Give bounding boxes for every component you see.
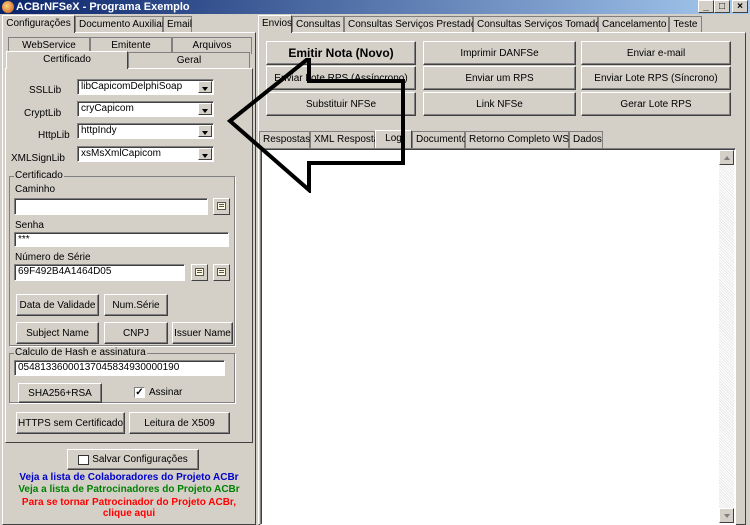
tab-label: Emitente	[111, 40, 151, 51]
xmlsignlib-value: xsMsXmlCapicom	[81, 148, 162, 159]
senha-label: Senha	[15, 220, 44, 231]
close-button[interactable]: ×	[732, 0, 748, 13]
app-icon	[2, 1, 14, 13]
patrocinador-link[interactable]: Para se tornar Patrocinador do Projeto A…	[0, 497, 258, 508]
cryptlib-label: CryptLib	[24, 108, 62, 119]
cnpj-button[interactable]: CNPJ	[104, 322, 168, 344]
select-serie-button[interactable]	[213, 264, 230, 281]
tab-label: Documento	[416, 134, 468, 145]
tab-teste[interactable]: Teste	[669, 16, 702, 33]
clique-aqui-link[interactable]: clique aqui	[0, 508, 258, 519]
tab-label: WebService	[22, 40, 76, 51]
group-title: Calculo de Hash e assinatura	[14, 347, 147, 358]
tab-label: Retorno Completo WS	[469, 134, 570, 145]
tab-certificado[interactable]: Certificado	[6, 51, 128, 69]
minimize-button[interactable]: _	[698, 0, 714, 13]
chevron-down-icon[interactable]	[198, 103, 212, 115]
tab-label: Consultas Serviços Tomados	[477, 19, 606, 30]
senha-input[interactable]: ***	[14, 232, 229, 247]
tab-email[interactable]: Email	[163, 16, 192, 33]
hash-input[interactable]: 05481336000137045834930000190	[14, 360, 225, 376]
tab-label: Geral	[176, 55, 202, 66]
assinar-label: Assinar	[149, 387, 183, 398]
save-icon	[78, 454, 90, 465]
tab-consultas-prestados[interactable]: Consultas Serviços Prestados	[344, 16, 481, 33]
vertical-scrollbar[interactable]	[719, 150, 734, 523]
chevron-down-icon[interactable]	[198, 125, 212, 137]
window-title: ACBrNFSeX - Programa Exemplo	[16, 1, 190, 13]
maximize-button[interactable]: □	[714, 0, 730, 13]
colaboradores-link[interactable]: Veja a lista de Colaboradores do Projeto…	[0, 472, 258, 483]
tab-retorno-completo[interactable]: Retorno Completo WS	[465, 131, 569, 148]
scroll-up-arrow-icon[interactable]	[719, 150, 734, 165]
patrocinadores-link[interactable]: Veja a lista de Patrocinadores do Projet…	[0, 484, 258, 495]
https-sem-certificado-button[interactable]: HTTPS sem Certificado	[16, 412, 125, 434]
folder-icon	[217, 202, 226, 210]
gerar-lote-rps-button[interactable]: Gerar Lote RPS	[581, 92, 731, 116]
xmlsignlib-label: XMLSignLib	[11, 153, 65, 164]
httplib-value: httpIndy	[81, 125, 117, 136]
xmlsignlib-select[interactable]: xsMsXmlCapicom	[77, 146, 214, 162]
salvar-label: Salvar Configurações	[92, 454, 188, 465]
tab-label: Envios	[262, 18, 293, 29]
httplib-label: HttpLib	[38, 130, 70, 141]
browse-caminho-button[interactable]	[213, 198, 230, 215]
tab-label: Configurações	[6, 18, 71, 29]
tab-label: Arquivos	[192, 40, 232, 51]
leitura-x509-button[interactable]: Leitura de X509	[129, 412, 230, 434]
cryptlib-select[interactable]: cryCapicom	[77, 101, 214, 117]
enviar-um-rps-button[interactable]: Enviar um RPS	[423, 66, 576, 90]
enviar-lote-sincrono-button[interactable]: Enviar Lote RPS (Síncrono)	[581, 66, 731, 90]
issuer-name-button[interactable]: Issuer Name	[172, 322, 233, 344]
num-serie-button[interactable]: Num.Série	[104, 294, 168, 316]
tab-label: Dados	[573, 134, 602, 145]
log-memo[interactable]	[260, 148, 736, 525]
link-nfse-button[interactable]: Link NFSe	[423, 92, 576, 116]
imprimir-danfse-button[interactable]: Imprimir DANFSe	[423, 41, 576, 65]
serie-label: Número de Série	[15, 252, 91, 263]
tab-documento[interactable]: Documento	[412, 131, 467, 148]
caminho-input[interactable]	[14, 198, 208, 215]
chevron-down-icon[interactable]	[198, 148, 212, 160]
tab-consultas-tomados[interactable]: Consultas Serviços Tomados	[473, 16, 606, 33]
sha256-rsa-button[interactable]: SHA256+RSA	[18, 383, 102, 403]
chevron-down-icon[interactable]	[198, 81, 212, 93]
group-title: Certificado	[14, 170, 64, 181]
data-validade-button[interactable]: Data de Validade	[16, 294, 99, 316]
salvar-configuracoes-button[interactable]: Salvar Configurações	[67, 449, 199, 470]
httplib-select[interactable]: httpIndy	[77, 123, 214, 139]
tab-label: Certificado	[43, 54, 91, 65]
tab-configuracoes[interactable]: Configurações	[2, 15, 75, 33]
folder-icon	[195, 268, 204, 276]
folder-icon	[217, 268, 226, 276]
assinar-checkbox[interactable]: ✓	[134, 387, 145, 398]
tab-label: Consultas Serviços Prestados	[348, 19, 482, 30]
enviar-email-button[interactable]: Enviar e-mail	[581, 41, 731, 65]
scroll-down-arrow-icon[interactable]	[719, 508, 734, 523]
browse-serie-button[interactable]	[191, 264, 208, 281]
tab-label: Teste	[673, 19, 698, 30]
tab-cancelamento[interactable]: Cancelamento	[598, 16, 669, 33]
tab-envios[interactable]: Envios	[258, 15, 292, 33]
subject-name-button[interactable]: Subject Name	[16, 322, 99, 344]
tab-label: Consultas	[296, 19, 341, 30]
title-bar: ACBrNFSeX - Programa Exemplo _ □ ×	[0, 0, 750, 14]
tab-documento-auxiliar[interactable]: Documento Auxiliar	[75, 16, 165, 33]
serie-input[interactable]: 69F492B4A1464D05	[14, 264, 185, 281]
tab-label: Documento Auxiliar	[79, 19, 166, 30]
tab-dados[interactable]: Dados	[569, 131, 603, 148]
ssllib-value: libCapicomDelphiSoap	[81, 81, 183, 92]
tab-label: Cancelamento	[602, 19, 667, 30]
caminho-label: Caminho	[15, 184, 56, 195]
ssllib-select[interactable]: libCapicomDelphiSoap	[77, 79, 214, 95]
ssllib-label: SSLLib	[29, 85, 62, 96]
tab-label: Email	[167, 19, 193, 30]
annotation-arrow-icon	[226, 58, 405, 193]
tab-consultas[interactable]: Consultas	[292, 16, 344, 33]
cryptlib-value: cryCapicom	[81, 103, 134, 114]
